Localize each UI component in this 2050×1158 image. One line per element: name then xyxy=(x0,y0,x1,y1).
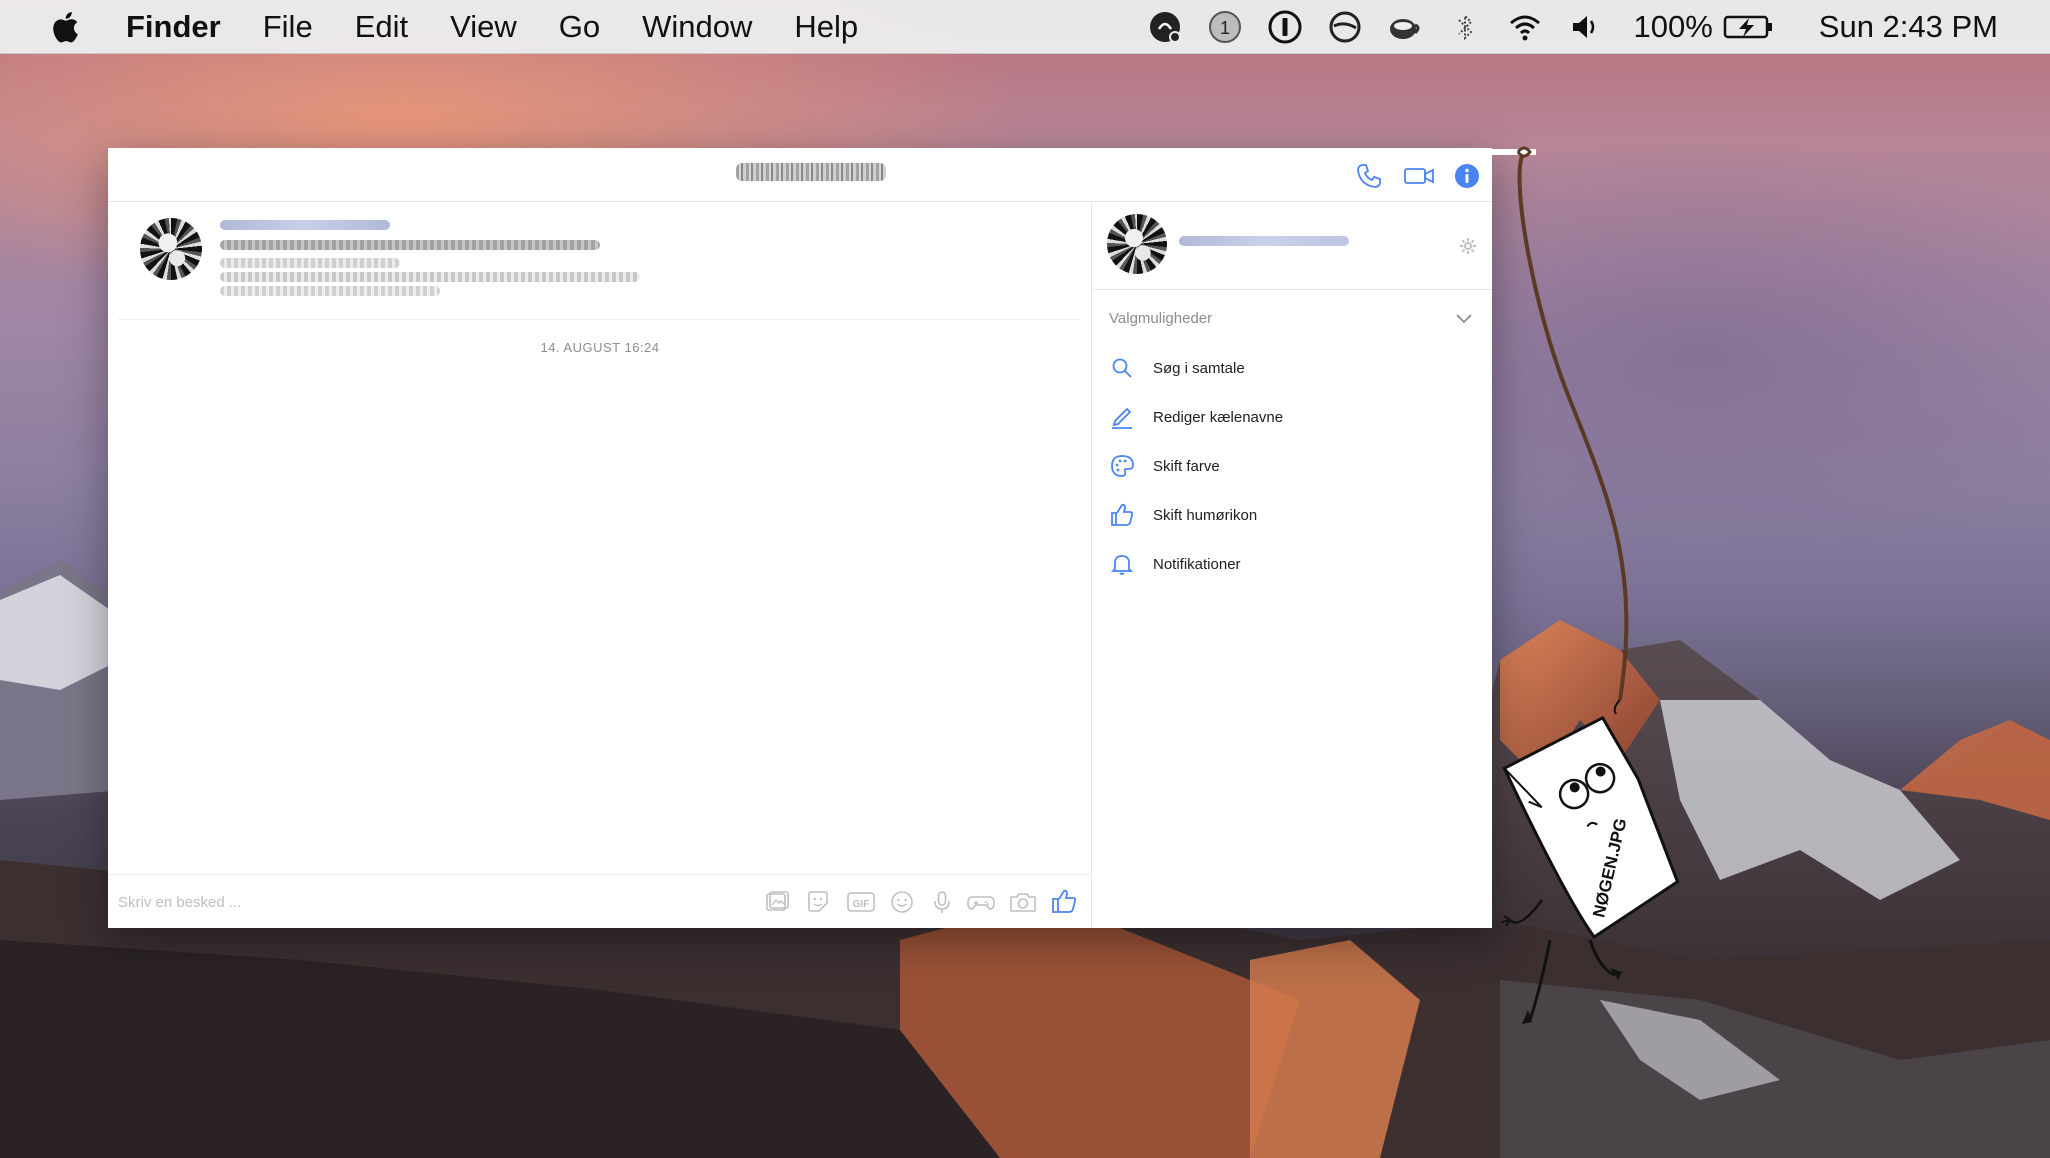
messenger-window: 14. AUGUST 16:24 GIF xyxy=(108,148,1492,928)
menu-view[interactable]: View xyxy=(450,9,517,45)
apple-icon[interactable] xyxy=(48,7,86,47)
bell-icon xyxy=(1110,555,1134,575)
svg-text:GIF: GIF xyxy=(853,899,870,910)
volume-icon[interactable] xyxy=(1567,9,1603,45)
menu-edit[interactable]: Edit xyxy=(355,9,408,45)
camera-icon[interactable] xyxy=(1008,889,1038,915)
conversation-info-header xyxy=(118,202,1080,320)
video-camera-icon[interactable] xyxy=(1402,161,1436,191)
avatar[interactable] xyxy=(140,218,202,280)
game-controller-icon[interactable] xyxy=(966,889,996,915)
conversation-pane: 14. AUGUST 16:24 GIF xyxy=(108,202,1092,928)
onepassword-badge-icon[interactable]: 1 xyxy=(1207,9,1243,45)
battery-charging-icon[interactable] xyxy=(1723,9,1775,45)
contact-name-redacted xyxy=(1179,236,1349,246)
status-area: 1 100% Sun 2:43 PM xyxy=(1123,9,1998,45)
sticker-icon[interactable] xyxy=(805,889,831,915)
search-icon xyxy=(1112,358,1132,378)
details-header xyxy=(1093,202,1492,290)
info-icon[interactable] xyxy=(1452,161,1482,191)
hanging-file-cartoon: NØGEN.JPG xyxy=(1492,146,1680,1024)
image-icon[interactable] xyxy=(764,889,790,915)
message-input[interactable] xyxy=(118,883,718,921)
option-search-conversation[interactable]: Søg i samtale xyxy=(1093,346,1492,390)
emoji-icon[interactable] xyxy=(889,889,915,915)
option-label: Rediger kælenavne xyxy=(1153,408,1284,426)
contact-detail-redacted xyxy=(220,258,400,268)
menu-window[interactable]: Window xyxy=(642,9,752,45)
wifi-icon[interactable] xyxy=(1507,9,1543,45)
menu-bar: Finder File Edit View Go Window Help 1 1… xyxy=(0,0,2050,54)
thumbs-up-icon xyxy=(1111,503,1134,526)
option-label: Søg i samtale xyxy=(1153,359,1245,377)
options-title: Valgmuligheder xyxy=(1109,310,1213,327)
contact-detail-redacted xyxy=(220,272,640,282)
options-section-header[interactable]: Valgmuligheder xyxy=(1093,298,1492,338)
clock[interactable]: Sun 2:43 PM xyxy=(1819,9,1998,45)
window-header xyxy=(108,148,1492,202)
menu-file[interactable]: File xyxy=(263,9,313,45)
contact-detail-redacted xyxy=(220,240,600,250)
option-change-emoji[interactable]: Skift humørikon xyxy=(1093,493,1492,537)
bluetooth-icon[interactable] xyxy=(1447,9,1483,45)
message-timestamp: 14. AUGUST 16:24 xyxy=(540,340,660,355)
phone-icon[interactable] xyxy=(1354,161,1384,191)
option-label: Skift farve xyxy=(1153,457,1220,475)
coffee-icon[interactable] xyxy=(1387,9,1423,45)
menu-app-name[interactable]: Finder xyxy=(126,9,221,45)
option-notifications[interactable]: Notifikationer xyxy=(1093,542,1492,586)
menu-help[interactable]: Help xyxy=(794,9,858,45)
palette-icon xyxy=(1111,455,1134,477)
gear-icon[interactable] xyxy=(1458,236,1478,256)
contact-name-redacted xyxy=(220,220,390,230)
chevron-down-icon[interactable] xyxy=(1454,308,1474,328)
info-circle-icon[interactable] xyxy=(1267,9,1303,45)
contact-detail-redacted xyxy=(220,286,440,296)
conversation-details-panel: Valgmuligheder Søg i samtale Rediger kæl… xyxy=(1093,202,1492,928)
composer-bar: GIF xyxy=(108,874,1092,928)
badge-count: 1 xyxy=(1220,18,1230,38)
thumbs-up-icon[interactable] xyxy=(1050,887,1078,915)
microphone-icon[interactable] xyxy=(929,889,955,915)
notification-icon[interactable] xyxy=(1147,9,1183,45)
battery-percent[interactable]: 100% xyxy=(1633,9,1712,45)
slash-circle-icon[interactable] xyxy=(1327,9,1363,45)
option-label: Skift humørikon xyxy=(1153,506,1258,524)
option-label: Notifikationer xyxy=(1153,555,1241,573)
avatar[interactable] xyxy=(1107,214,1167,274)
option-edit-nicknames[interactable]: Rediger kælenavne xyxy=(1093,395,1492,439)
pencil-icon xyxy=(1112,407,1132,429)
option-change-color[interactable]: Skift farve xyxy=(1093,444,1492,488)
conversation-title-redacted xyxy=(736,163,886,181)
gif-icon[interactable]: GIF xyxy=(846,889,876,915)
menu-go[interactable]: Go xyxy=(559,9,600,45)
